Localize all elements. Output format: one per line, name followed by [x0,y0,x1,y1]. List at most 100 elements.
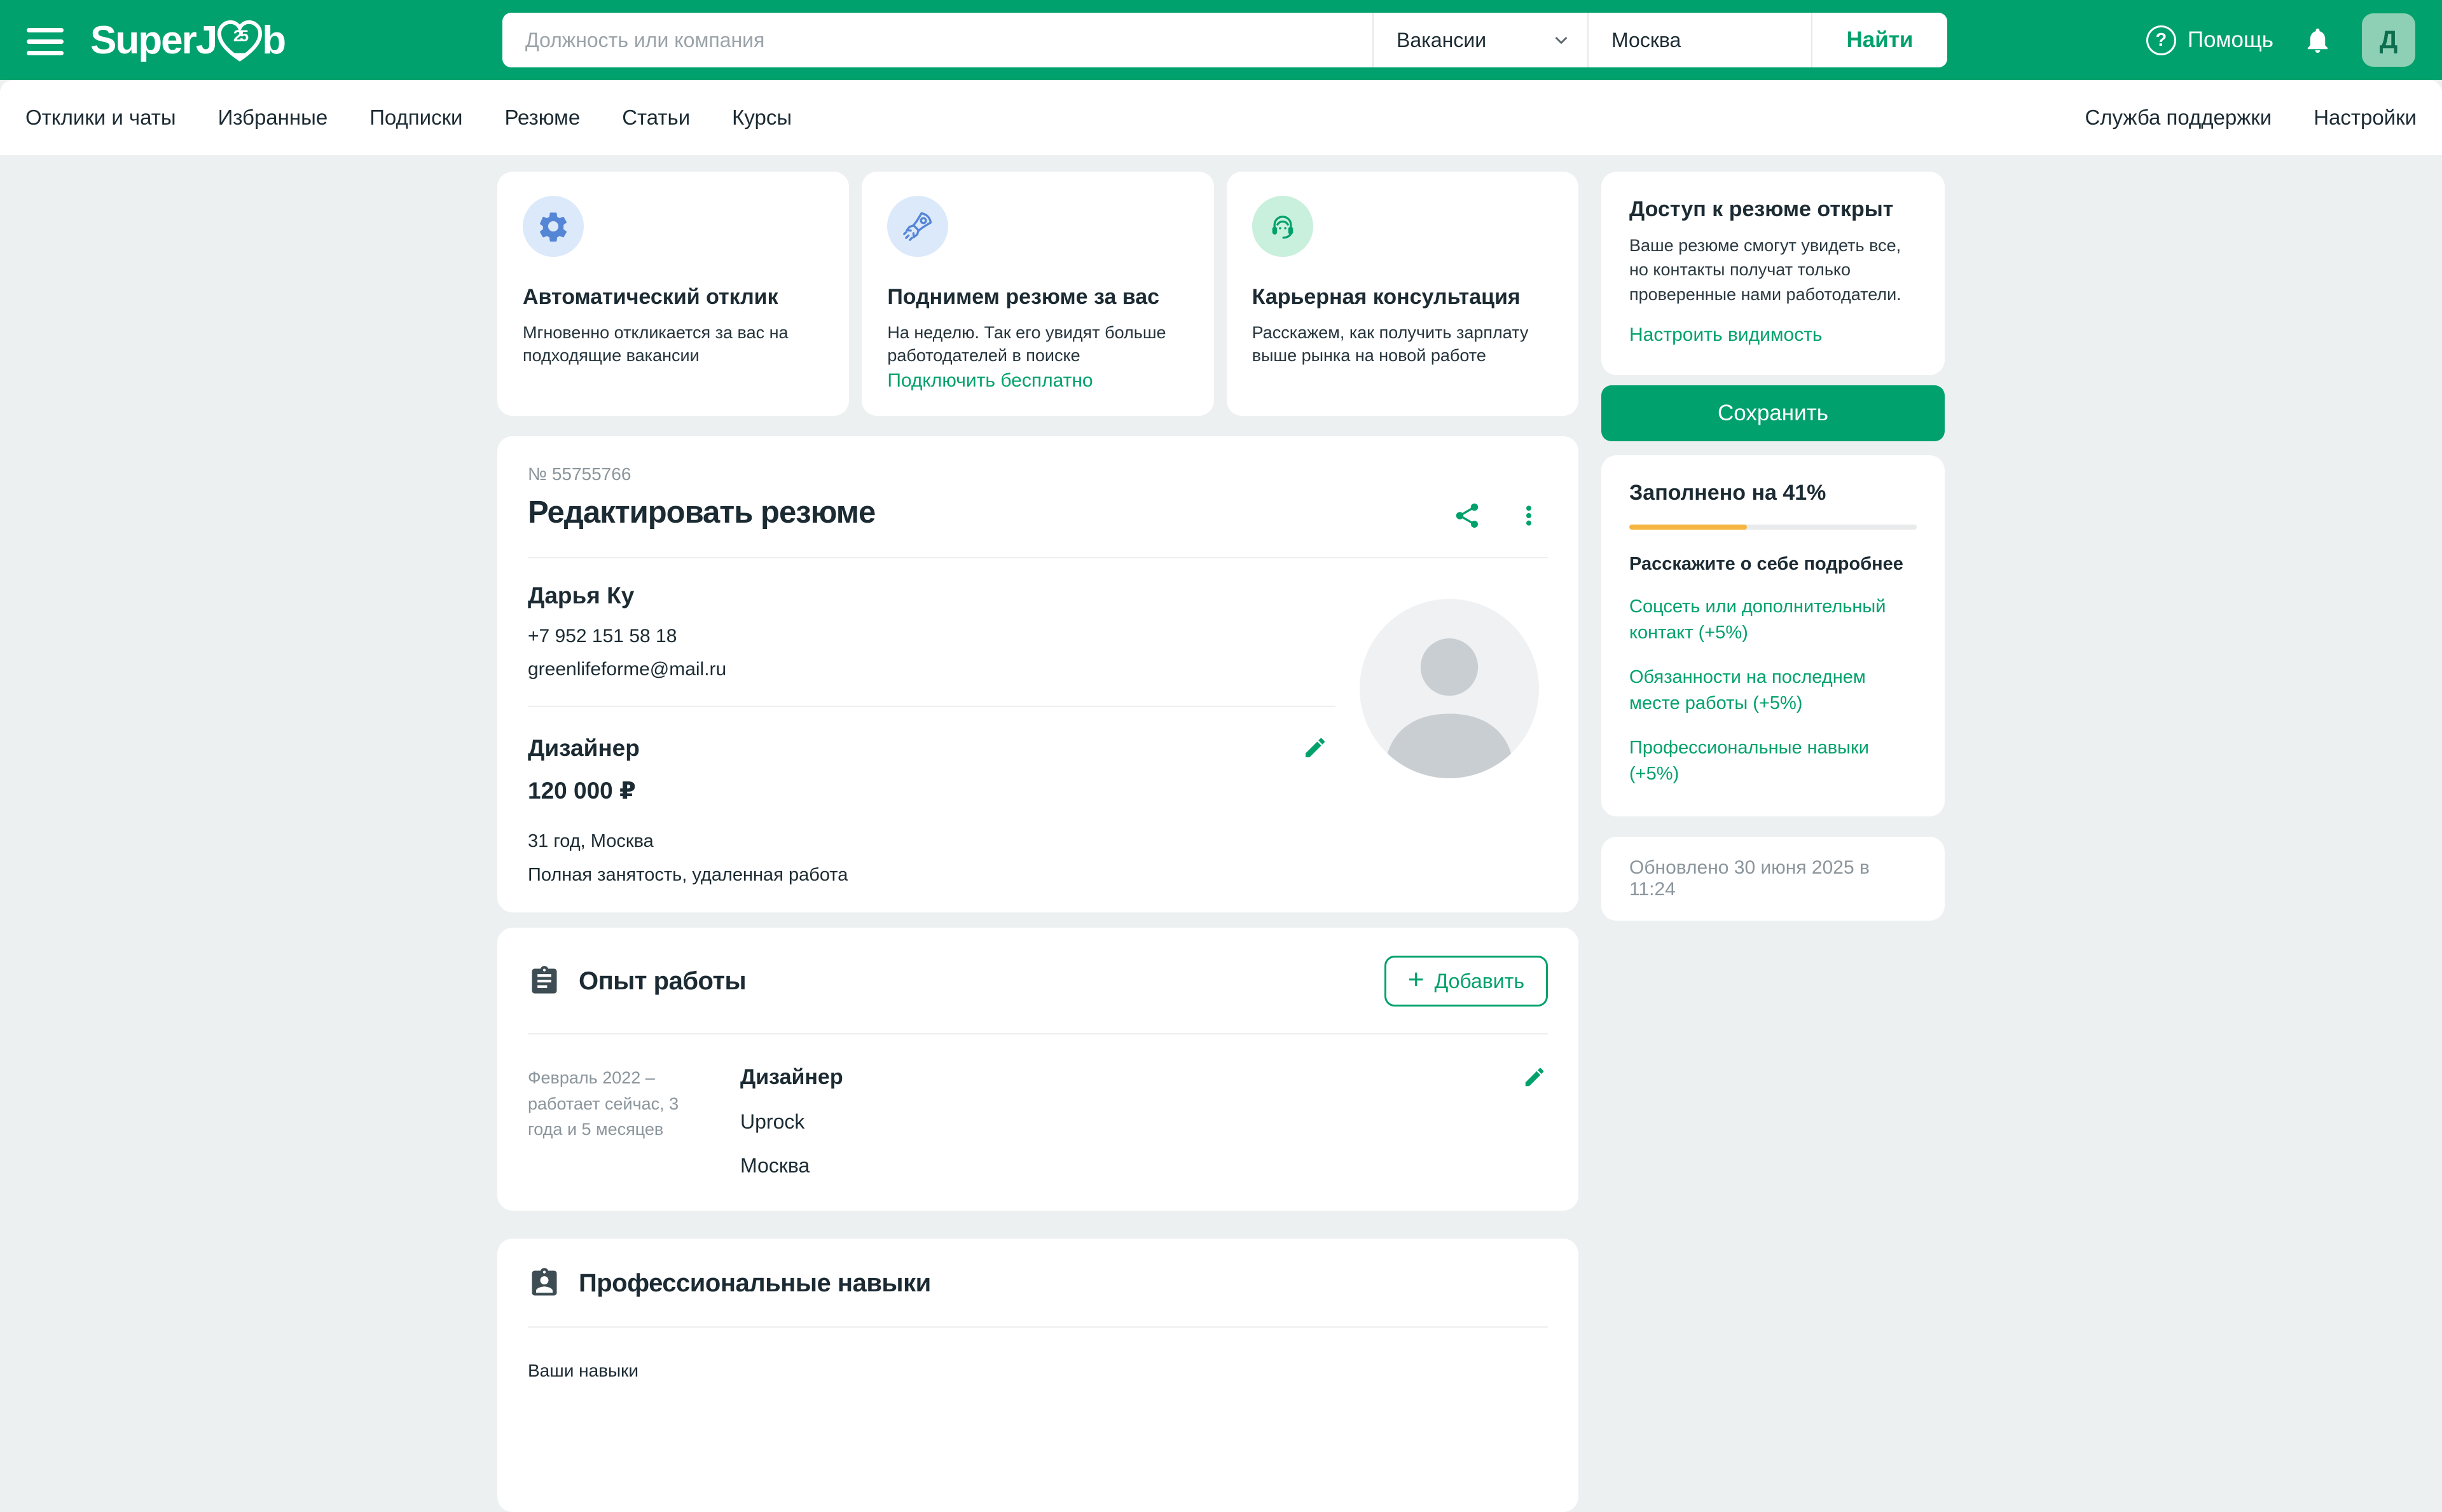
page-content: Автоматический отклик Мгновенно откликае… [0,155,2442,1512]
promo-title: Автоматический отклик [523,285,824,310]
completion-progress-fill [1629,525,1747,530]
promo-title: Поднимем резюме за вас [887,285,1188,310]
promo-body: Расскажем, как получить зарплату выше ры… [1252,321,1553,368]
candidate-name: Дарья Ку [528,582,1548,609]
updated-timestamp: Обновлено 30 июня 2025 в 11:24 [1629,857,1870,900]
experience-city: Москва [740,1154,843,1178]
skills-title: Профессиональные навыки [579,1269,931,1298]
logo-text-right: b [262,18,285,63]
experience-details: Дизайнер Uprock Москва [740,1065,843,1178]
employment-type: Полная занятость, удаленная работа [528,865,1548,886]
nav-item-resume[interactable]: Резюме [504,106,580,130]
search-submit-button[interactable]: Найти [1812,13,1947,67]
nav-right-group: Служба поддержки Настройки [2085,106,2417,130]
skills-header: Профессиональные навыки [528,1267,1548,1300]
consultant-headset-icon [1252,196,1313,257]
experience-card: Опыт работы + Добавить Февраль 2022 – ра… [497,928,1578,1211]
clipboard-icon [528,965,561,998]
resume-access-card: Доступ к резюме открыт Ваше резюме смогу… [1601,172,1945,375]
promo-cards-row: Автоматический отклик Мгновенно откликае… [497,172,1578,416]
nav-item-favorites[interactable]: Избранные [218,106,328,130]
search-city-input[interactable] [1589,13,1811,67]
updated-card: Обновлено 30 июня 2025 в 11:24 [1601,837,1945,921]
resume-actions [1452,501,1542,530]
promo-title: Карьерная консультация [1252,285,1553,310]
divider [528,706,1335,707]
nav-item-articles[interactable]: Статьи [622,106,690,130]
logo-heart-25-icon: 25 [215,18,265,65]
search-input[interactable] [502,13,1372,67]
page-title: Редактировать резюме [528,495,1548,530]
nav-item-responses[interactable]: Отклики и чаты [25,106,176,130]
save-button[interactable]: Сохранить [1601,385,1945,441]
configure-visibility-link[interactable]: Настроить видимость [1629,324,1823,346]
completion-link-skills[interactable]: Профессиональные навыки (+5%) [1629,735,1917,787]
experience-item: Февраль 2022 – работает сейчас, 3 года и… [528,1065,1548,1178]
divider [528,1326,1548,1328]
experience-title: Опыт работы [579,967,746,996]
user-avatar-button[interactable]: Д [2362,13,2415,67]
header-right-group: ? Помощь Д [2146,0,2415,80]
rocket-icon [887,196,948,257]
resume-card: № 55755766 Редактировать резюме Дарья Ку… [497,436,1578,912]
completion-link-duties[interactable]: Обязанности на последнем месте работы (+… [1629,664,1917,716]
avatar[interactable] [1360,599,1539,778]
experience-position: Дизайнер [740,1065,843,1090]
person-silhouette-icon [1360,599,1539,778]
search-bar: Вакансии Найти [502,13,1947,67]
sidebar: Доступ к резюме открыт Ваше резюме смогу… [1601,172,1945,921]
help-button[interactable]: ? Помощь [2146,25,2273,55]
completion-title: Заполнено на 41% [1629,481,1917,505]
gear-icon [523,196,584,257]
badge-icon [528,1267,561,1300]
divider [528,557,1548,558]
completion-progress-track [1629,525,1917,530]
age-city: 31 год, Москва [528,831,1548,852]
resume-number: № 55755766 [528,464,1548,485]
main-nav: Отклики и чаты Избранные Подписки Резюме… [0,80,2442,155]
kebab-menu-icon[interactable] [1516,503,1542,528]
add-experience-button[interactable]: + Добавить [1384,956,1548,1007]
promo-card-boost-resume[interactable]: Поднимем резюме за вас На неделю. Так ег… [862,172,1213,416]
completion-subtitle: Расскажите о себе подробнее [1629,554,1917,575]
search-category-select[interactable]: Вакансии [1374,13,1587,67]
nav-item-courses[interactable]: Курсы [732,106,792,130]
svg-text:25: 25 [233,27,249,45]
experience-period: Февраль 2022 – работает сейчас, 3 года и… [528,1065,688,1178]
share-icon[interactable] [1452,501,1482,530]
question-circle-icon: ? [2146,25,2176,55]
search-category-value: Вакансии [1397,29,1486,52]
add-label: Добавить [1435,970,1524,993]
desired-position: Дизайнер [528,735,640,761]
promo-card-auto-response[interactable]: Автоматический отклик Мгновенно откликае… [497,172,849,416]
promo-card-career-consult[interactable]: Карьерная консультация Расскажем, как по… [1227,172,1578,416]
completion-link-social[interactable]: Соцсеть или дополнительный контакт (+5%) [1629,594,1917,645]
promo-body: Мгновенно откликается за вас на подходящ… [523,321,824,368]
plus-icon: + [1408,967,1424,993]
divider [528,1033,1548,1034]
logo-text-left: SuperJ [90,18,216,63]
main-column: Автоматический отклик Мгновенно откликае… [497,172,1578,1512]
desired-salary: 120 000 ₽ [528,777,1548,804]
experience-header: Опыт работы + Добавить [528,956,1548,1007]
completion-card: Заполнено на 41% Расскажите о себе подро… [1601,455,1945,816]
help-label: Помощь [2188,27,2273,53]
nav-item-settings[interactable]: Настройки [2314,106,2417,130]
experience-company: Uprock [740,1110,843,1134]
logo[interactable]: SuperJ 25 b [90,15,285,65]
chevron-down-icon [1552,31,1571,50]
promo-body: На неделю. Так его увидят больше работод… [887,321,1188,368]
nav-left-group: Отклики и чаты Избранные Подписки Резюме… [25,106,792,130]
menu-icon[interactable] [27,28,64,55]
nav-item-subscriptions[interactable]: Подписки [369,106,462,130]
edit-experience-pencil-icon[interactable] [1522,1065,1547,1089]
access-title: Доступ к резюме открыт [1629,197,1917,222]
edit-position-pencil-icon[interactable] [1302,735,1328,760]
skills-label: Ваши навыки [528,1361,1548,1381]
top-header: SuperJ 25 b Вакансии Найти ? Помощь Д [0,0,2442,80]
promo-connect-free-link[interactable]: Подключить бесплатно [887,370,1093,392]
nav-item-support[interactable]: Служба поддержки [2085,106,2272,130]
skills-card: Профессиональные навыки Ваши навыки [497,1239,1578,1512]
access-body: Ваше резюме смогут увидеть все, но конта… [1629,233,1917,306]
notifications-bell-icon[interactable] [2303,25,2333,55]
